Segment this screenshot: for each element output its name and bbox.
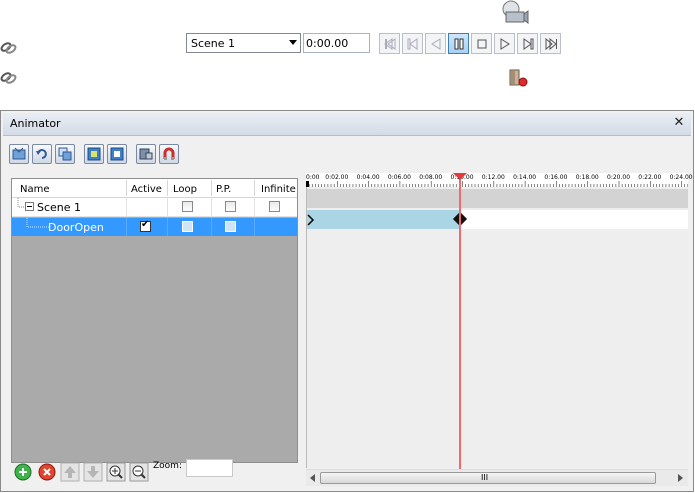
animation-list: Name Active Loop P.P. Infinite Scene 1 D… (11, 178, 298, 463)
clip-dooropen[interactable] (307, 210, 460, 229)
stop-button[interactable] (471, 33, 492, 54)
play-reverse-button[interactable] (425, 33, 446, 54)
zoom-input[interactable] (186, 459, 233, 477)
export-green-button[interactable] (84, 144, 104, 164)
timeline-scrollbar[interactable]: III (306, 469, 688, 486)
time-input[interactable]: 0:00.00 (303, 33, 370, 53)
dooropen-pp-checkbox[interactable] (225, 221, 236, 232)
scene-name: Scene 1 (37, 201, 82, 214)
ruler-label: 0:14.00 (513, 174, 537, 181)
scroll-right-icon[interactable] (676, 474, 684, 482)
copy-scene-button[interactable] (55, 144, 75, 164)
animation-name: DoorOpen (48, 221, 104, 234)
timeline-tracks (306, 187, 689, 468)
scroll-grip: III (481, 473, 489, 482)
scroll-thumb[interactable]: III (320, 472, 656, 484)
ruler-label: 0:06.00 (387, 174, 411, 181)
scene-infinite-checkbox[interactable] (269, 201, 280, 212)
link-icon-2[interactable] (0, 70, 18, 89)
scene-dropdown-value: Scene 1 (191, 37, 236, 50)
table-row-dooropen[interactable]: DoorOpen (12, 216, 297, 236)
camera-icon[interactable] (497, 0, 529, 29)
go-to-end-button[interactable] (540, 33, 561, 54)
ruler-label: 0:00 (306, 174, 320, 181)
table-header: Name Active Loop P.P. Infinite (12, 179, 297, 198)
add-scene-button[interactable] (9, 144, 29, 164)
link-icon[interactable] (0, 40, 18, 59)
ruler-label: 0:08.00 (419, 174, 443, 181)
ruler-label: 0:02.00 (325, 174, 349, 181)
ruler-label: 0:20.00 (607, 174, 631, 181)
column-active[interactable]: Active (131, 184, 162, 195)
ruler-label: 0:24.00 (669, 174, 693, 181)
column-pp[interactable]: P.P. (216, 184, 231, 195)
refresh-scene-button[interactable] (32, 144, 52, 164)
dooropen-loop-checkbox[interactable] (182, 221, 193, 232)
door-record-icon[interactable] (507, 68, 529, 91)
magnet-button[interactable] (159, 144, 179, 164)
move-up-button[interactable] (60, 462, 80, 482)
ruler-label: 0:18.00 (575, 174, 599, 181)
previous-key-button[interactable] (402, 33, 423, 54)
table-row-scene[interactable]: Scene 1 (12, 198, 297, 217)
play-button[interactable] (494, 33, 515, 54)
next-key-button[interactable] (517, 33, 538, 54)
panel-titlebar: Animator ✕ (3, 113, 691, 136)
zoom-label: Zoom: (153, 461, 182, 471)
scroll-left-icon[interactable] (309, 474, 317, 482)
zoom-out-button[interactable] (129, 462, 149, 482)
panel-title: Animator (10, 117, 61, 130)
playhead[interactable] (453, 173, 467, 469)
ruler-label: 0:12.00 (481, 174, 505, 181)
pause-button[interactable] (448, 33, 469, 54)
object-link-button[interactable] (136, 144, 156, 164)
import-button[interactable] (107, 144, 127, 164)
scene-loop-checkbox[interactable] (182, 201, 193, 212)
scene-dropdown[interactable]: Scene 1 (186, 33, 301, 53)
zoom-in-button[interactable] (106, 462, 126, 482)
collapse-icon[interactable] (25, 202, 34, 211)
column-name[interactable]: Name (20, 184, 50, 195)
move-down-button[interactable] (83, 462, 103, 482)
ruler-label: 0:16.00 (544, 174, 568, 181)
close-icon[interactable]: ✕ (672, 116, 686, 130)
delete-animation-button[interactable] (37, 462, 57, 482)
column-loop[interactable]: Loop (173, 184, 197, 195)
time-value: 0:00.00 (306, 37, 349, 50)
timeline[interactable]: 0:000:02.000:04.000:06.000:08.000:10.000… (306, 173, 693, 491)
column-infinite[interactable]: Infinite (261, 184, 296, 195)
dooropen-active-checkbox[interactable] (140, 219, 151, 232)
scene-pp-checkbox[interactable] (225, 201, 236, 212)
go-to-start-button[interactable] (379, 33, 400, 54)
ruler-label: 0:22.00 (638, 174, 662, 181)
time-ruler[interactable]: 0:000:02.000:04.000:06.000:08.000:10.000… (306, 173, 693, 187)
add-animation-button[interactable] (13, 462, 33, 482)
track-scene[interactable] (307, 189, 688, 208)
chevron-down-icon (289, 40, 297, 45)
ruler-label: 0:04.00 (356, 174, 380, 181)
